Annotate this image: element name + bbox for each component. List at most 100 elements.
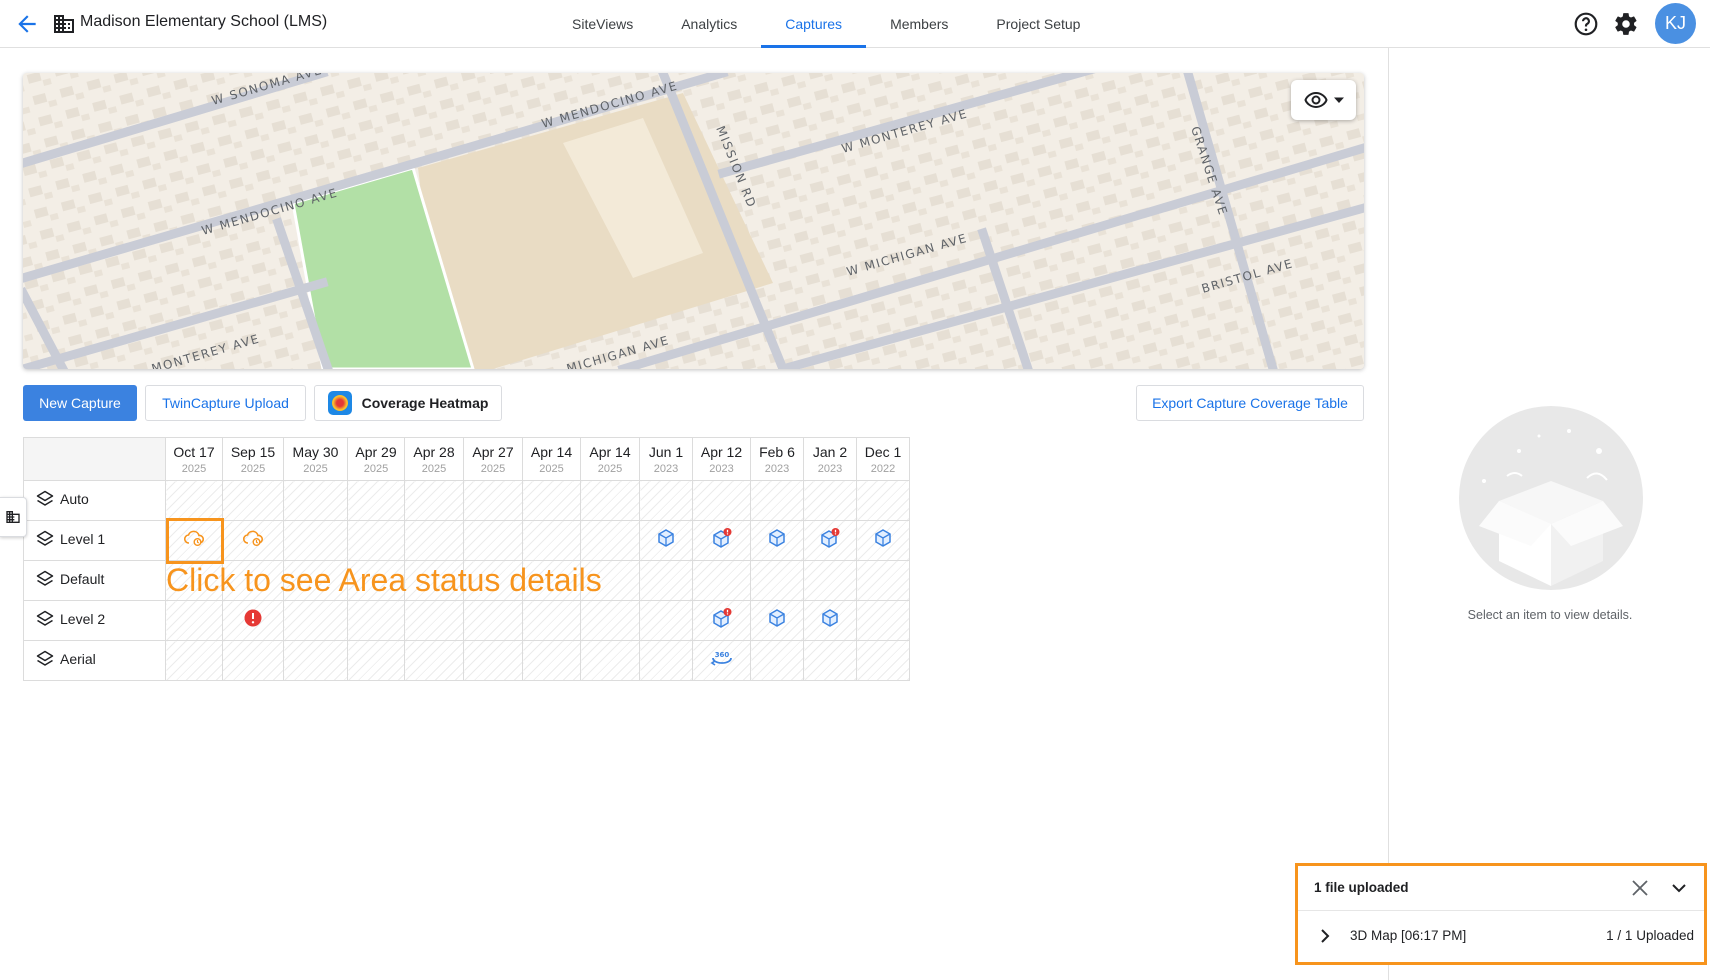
capture-cell[interactable] [165, 640, 223, 681]
help-icon[interactable] [1573, 11, 1599, 37]
table-row: Auto [23, 480, 910, 521]
date-column-header[interactable]: Apr 28 2025 [404, 437, 464, 481]
settings-gear-icon[interactable] [1613, 11, 1639, 37]
capture-cell[interactable] [750, 640, 804, 681]
capture-cell[interactable] [750, 560, 804, 601]
chevron-down-icon[interactable] [1670, 879, 1688, 897]
capture-cell[interactable] [639, 640, 693, 681]
capture-cell[interactable] [165, 600, 223, 641]
capture-cell[interactable] [404, 480, 464, 521]
capture-cell[interactable] [522, 640, 581, 681]
date-column-header[interactable]: Jan 2 2023 [803, 437, 857, 481]
export-coverage-button[interactable]: Export Capture Coverage Table [1136, 385, 1364, 421]
capture-cell[interactable] [856, 640, 910, 681]
capture-cell[interactable] [522, 600, 581, 641]
area-row-header[interactable]: Level 1 [23, 520, 166, 561]
capture-cell[interactable] [404, 640, 464, 681]
tab-siteviews[interactable]: SiteViews [548, 0, 657, 48]
area-row-header[interactable]: Aerial [23, 640, 166, 681]
date-column-header[interactable]: Apr 12 2023 [692, 437, 751, 481]
capture-cell[interactable] [522, 520, 581, 561]
capture-cell[interactable] [463, 520, 523, 561]
capture-cell[interactable] [803, 600, 857, 641]
capture-cell[interactable] [639, 520, 693, 561]
tab-analytics[interactable]: Analytics [657, 0, 761, 48]
date-column-header[interactable]: Oct 17 2025 [165, 437, 223, 481]
capture-cell[interactable] [347, 520, 405, 561]
area-row-header[interactable]: Level 2 [23, 600, 166, 641]
capture-cell[interactable] [404, 520, 464, 561]
coverage-heatmap-button[interactable]: Coverage Heatmap [314, 385, 502, 421]
capture-cell[interactable] [856, 600, 910, 641]
capture-cell[interactable] [283, 480, 348, 521]
capture-cell[interactable] [165, 520, 223, 561]
tab-members[interactable]: Members [866, 0, 972, 48]
capture-cell[interactable] [692, 520, 751, 561]
capture-cell[interactable] [856, 560, 910, 601]
capture-cell[interactable] [803, 480, 857, 521]
capture-cell[interactable] [750, 600, 804, 641]
back-arrow-icon[interactable] [14, 11, 40, 37]
capture-cell[interactable] [750, 480, 804, 521]
upload-item-status: 1 / 1 Uploaded [1606, 928, 1694, 943]
3d-model-icon [767, 608, 787, 633]
capture-cell[interactable] [404, 600, 464, 641]
capture-cell[interactable] [347, 600, 405, 641]
chevron-right-icon[interactable] [1318, 929, 1332, 943]
capture-cell[interactable] [580, 640, 640, 681]
date-column-header[interactable]: Apr 29 2025 [347, 437, 405, 481]
area-row-header[interactable]: Auto [23, 480, 166, 521]
close-icon[interactable] [1631, 879, 1649, 897]
date-column-header[interactable]: Apr 14 2025 [580, 437, 640, 481]
capture-cell[interactable] [639, 560, 693, 601]
user-avatar[interactable]: KJ [1655, 3, 1696, 44]
area-row-header[interactable]: Default [23, 560, 166, 601]
capture-cell[interactable] [692, 600, 751, 641]
capture-cell[interactable] [522, 480, 581, 521]
date-column-header[interactable]: Jun 1 2023 [639, 437, 693, 481]
capture-cell[interactable] [165, 480, 223, 521]
date-column-header[interactable]: Dec 1 2022 [856, 437, 910, 481]
capture-cell[interactable] [283, 640, 348, 681]
date-column-header[interactable]: Sep 15 2025 [222, 437, 284, 481]
new-capture-button[interactable]: New Capture [23, 385, 137, 421]
twincapture-upload-button[interactable]: TwinCapture Upload [145, 385, 306, 421]
capture-cell[interactable] [222, 640, 284, 681]
date-column-header[interactable]: May 30 2025 [283, 437, 348, 481]
date-column-header[interactable]: Feb 6 2023 [750, 437, 804, 481]
date-column-header[interactable]: Apr 27 2025 [463, 437, 523, 481]
capture-cell[interactable] [347, 640, 405, 681]
capture-cell[interactable] [222, 520, 284, 561]
capture-cell[interactable] [463, 600, 523, 641]
table-view-toggle[interactable] [0, 497, 27, 537]
capture-cell[interactable] [222, 600, 284, 641]
capture-cell[interactable] [463, 640, 523, 681]
capture-cell[interactable] [463, 480, 523, 521]
capture-cell[interactable] [692, 560, 751, 601]
capture-cell[interactable] [580, 520, 640, 561]
capture-cell[interactable] [856, 520, 910, 561]
date-column-header[interactable]: Apr 14 2025 [522, 437, 581, 481]
table-header-row: Oct 17 2025 Sep 15 2025 May 30 2025 Apr 29 2… [23, 437, 910, 481]
capture-cell[interactable] [580, 600, 640, 641]
capture-cell[interactable]: 360 [692, 640, 751, 681]
capture-cell[interactable] [347, 480, 405, 521]
view-options-button[interactable] [1291, 80, 1356, 120]
3d-model-alert-icon [711, 607, 733, 634]
capture-cell[interactable] [283, 600, 348, 641]
capture-cell[interactable] [803, 640, 857, 681]
upload-item[interactable]: 3D Map [06:17 PM] 1 / 1 Uploaded [1298, 911, 1704, 962]
capture-cell[interactable] [283, 520, 348, 561]
site-map[interactable]: W SONOMA AVE W MENDOCINO AVE W MONTEREY … [23, 73, 1364, 369]
tab-captures[interactable]: Captures [761, 0, 867, 48]
capture-cell[interactable] [803, 560, 857, 601]
capture-cell[interactable] [639, 480, 693, 521]
tab-project-setup[interactable]: Project Setup [972, 0, 1104, 48]
capture-cell[interactable] [803, 520, 857, 561]
capture-cell[interactable] [856, 480, 910, 521]
capture-cell[interactable] [222, 480, 284, 521]
capture-cell[interactable] [750, 520, 804, 561]
capture-cell[interactable] [692, 480, 751, 521]
capture-cell[interactable] [639, 600, 693, 641]
capture-cell[interactable] [580, 480, 640, 521]
